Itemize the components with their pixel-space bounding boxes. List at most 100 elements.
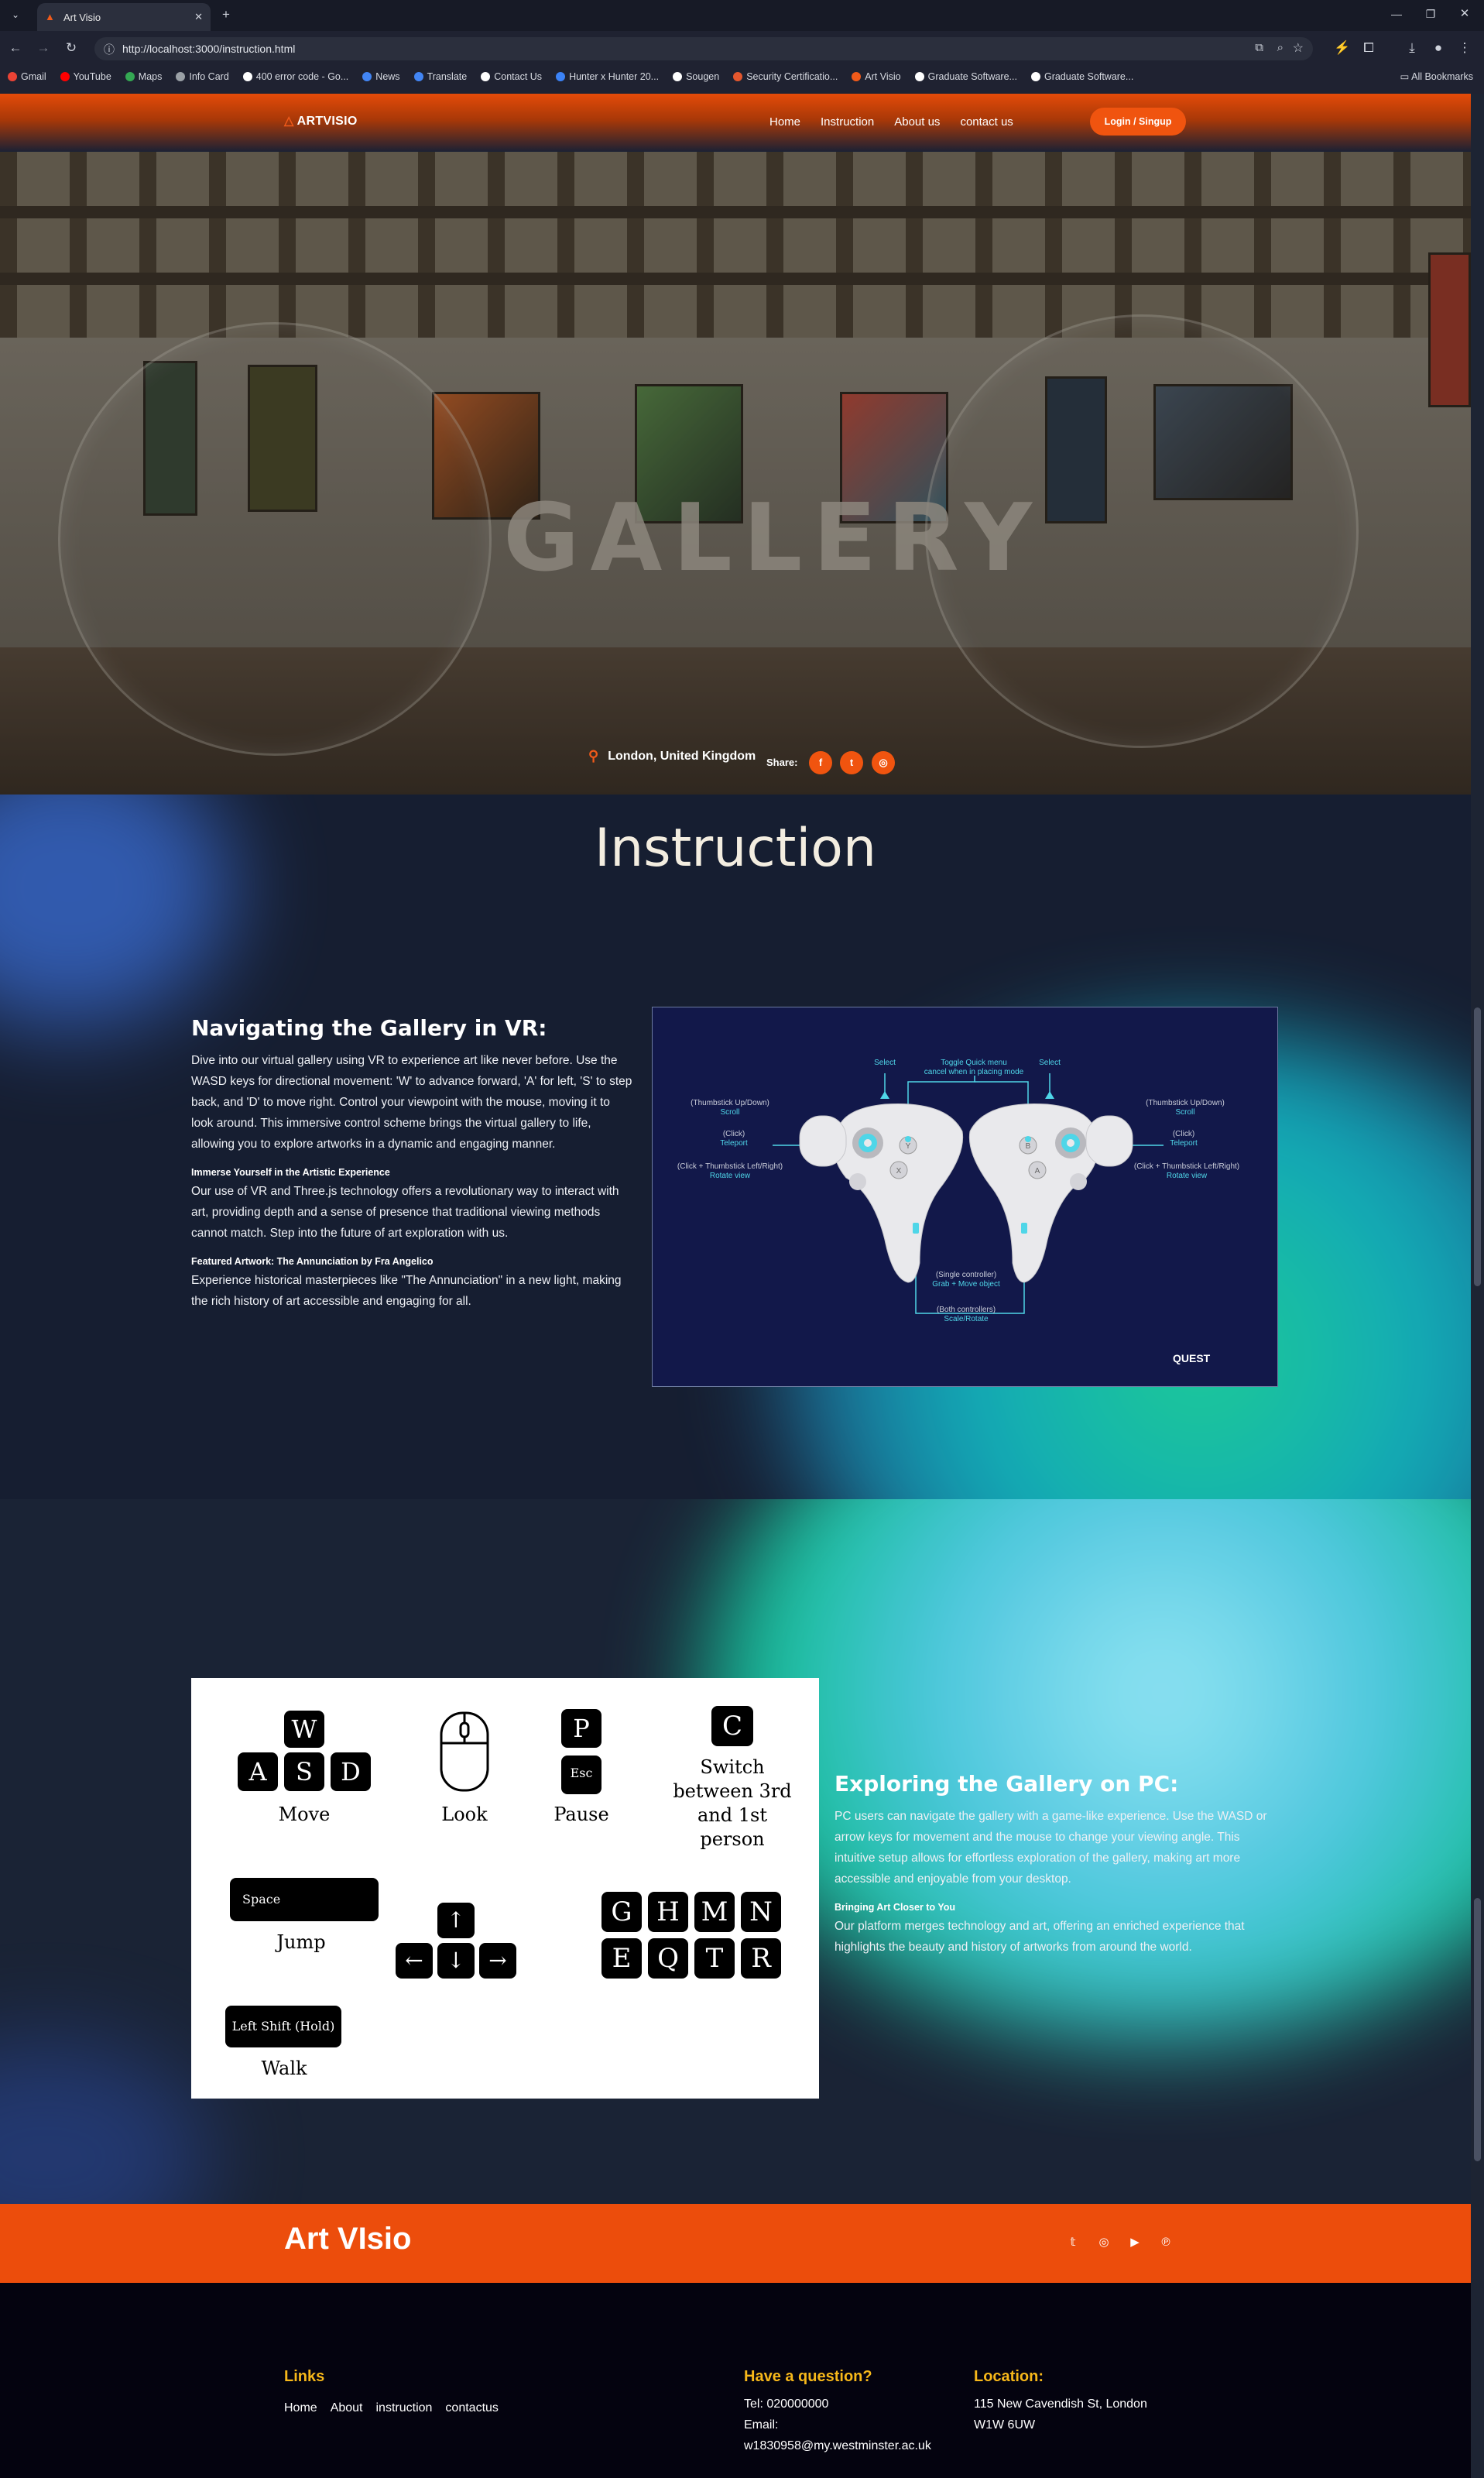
bookmark-item[interactable]: Maps (125, 71, 163, 82)
extension-icon[interactable]: ⚡ (1333, 40, 1352, 56)
key-t: T (694, 1938, 735, 1979)
contact-details: Tel: 020000000 Email: w1830958@my.westmi… (744, 2394, 931, 2456)
site-info-icon[interactable]: ⓘ (104, 42, 115, 57)
pinterest-icon[interactable]: ℗ (1158, 2235, 1174, 2250)
back-icon[interactable]: ← (6, 40, 25, 56)
all-bookmarks[interactable]: ▭ All Bookmarks (1400, 70, 1473, 82)
bookmark-favicon-icon (413, 72, 423, 81)
bookmark-favicon-icon (1030, 72, 1040, 81)
bookmark-label: Graduate Software... (1044, 71, 1134, 82)
bookmark-favicon-icon (852, 72, 862, 81)
reload-icon[interactable]: ↻ (62, 40, 81, 56)
new-tab-icon[interactable]: + (217, 7, 235, 22)
zoom-icon[interactable]: ⌕ (1277, 41, 1284, 54)
bookmark-item[interactable]: Contact Us (481, 71, 542, 82)
click-left-label: (Click) Teleport (711, 1130, 757, 1148)
download-icon[interactable]: ⤓ (1403, 40, 1421, 56)
bookmark-item[interactable]: Security Certificatio... (733, 71, 838, 82)
bookmark-label: News (375, 71, 400, 82)
youtube-icon[interactable]: ▶ (1127, 2235, 1143, 2250)
bookmark-item[interactable]: Translate (413, 71, 468, 82)
hero-overlay (0, 152, 1471, 795)
bookmark-favicon-icon (673, 72, 683, 81)
nav-link-contact[interactable]: contact us (960, 115, 1013, 129)
browser-menu-icon[interactable]: ⋮ (1455, 40, 1474, 56)
login-signup-button[interactable]: Login / Singup (1090, 108, 1186, 136)
bookmark-label: Sougen (686, 71, 720, 82)
gallery-watermark: GALLERY (503, 485, 1044, 592)
nav-link-instruction[interactable]: Instruction (821, 115, 874, 129)
footer-link-home[interactable]: Home (284, 2401, 317, 2415)
instagram-icon[interactable]: ◎ (1096, 2235, 1112, 2250)
pause-label: Pause (554, 1804, 609, 1825)
url-text: http://localhost:3000/instruction.html (122, 43, 296, 55)
footer-link-about[interactable]: About (331, 2401, 363, 2415)
bookmark-item[interactable]: YouTube (60, 71, 111, 82)
instagram-icon[interactable]: ◎ (872, 751, 895, 774)
forward-icon[interactable]: → (34, 40, 53, 56)
toggle-menu-sub: cancel when in placing mode (924, 1068, 1024, 1076)
location-heading: Location: (974, 2368, 1044, 2385)
vr-controller-diagram: X Y B A Select Select Toggle Quick menu c… (652, 1007, 1278, 1387)
bookmark-star-icon[interactable]: ☆ (1293, 40, 1304, 56)
thumbstick-right-label: (Thumbstick Up/Down) Scroll (1139, 1099, 1232, 1117)
bookmark-favicon-icon (176, 72, 186, 81)
bookmark-item[interactable]: News (362, 71, 400, 82)
vr-body: Dive into our virtual gallery using VR t… (191, 1054, 632, 1151)
bookmark-label: Gmail (21, 71, 46, 82)
site-logo[interactable]: △ ARTVISIO (284, 113, 358, 129)
page-title: Instruction (595, 818, 876, 879)
tab-search-icon[interactable]: ⌄ (6, 7, 25, 22)
bookmark-label: 400 error code - Go... (255, 71, 349, 82)
restore-icon[interactable]: ❐ (1421, 6, 1440, 22)
close-window-icon[interactable]: ✕ (1455, 6, 1474, 22)
bookmark-item[interactable]: Graduate Software... (914, 71, 1017, 82)
browser-tab[interactable]: ▲ Art Visio ✕ (37, 3, 211, 31)
key-n: N (741, 1892, 781, 1932)
rotate-right-label: (Click + Thumbstick Left/Right) Rotate vi… (1121, 1162, 1253, 1181)
address-bar[interactable]: ⓘ http://localhost:3000/instruction.html… (94, 37, 1313, 60)
nav-link-home[interactable]: Home (769, 115, 800, 129)
bookmark-item[interactable]: Sougen (673, 71, 719, 82)
profile-avatar-icon[interactable]: ● (1429, 40, 1448, 56)
bookmark-item[interactable]: Hunter x Hunter 20... (556, 71, 659, 82)
minimize-icon[interactable]: — (1387, 6, 1406, 22)
open-in-icon[interactable]: ⧉ (1255, 41, 1263, 54)
bookmark-label: Art Visio (865, 71, 901, 82)
bookmark-item[interactable]: Graduate Software... (1030, 71, 1134, 82)
both-controllers-action: Scale/Rotate (944, 1315, 989, 1323)
all-bookmarks-label: All Bookmarks (1411, 71, 1473, 82)
key-e: E (601, 1938, 642, 1979)
rotate-left-text: (Click + Thumbstick Left/Right) (677, 1162, 783, 1171)
thumbstick-left-text: (Thumbstick Up/Down) (691, 1099, 769, 1107)
scrollbar-thumb[interactable] (1474, 1898, 1481, 2161)
twitter-icon[interactable]: 𝕥 (1065, 2235, 1081, 2250)
bg-blob (0, 2041, 209, 2219)
footer-link-instruction[interactable]: instruction (376, 2401, 433, 2415)
thumbstick-right-text: (Thumbstick Up/Down) (1146, 1099, 1225, 1107)
email-address[interactable]: w1830958@my.westminster.ac.uk (744, 2435, 931, 2456)
page-scrollbar[interactable] (1471, 94, 1484, 2478)
bookmark-item[interactable]: 400 error code - Go... (242, 71, 349, 82)
question-heading: Have a question? (744, 2368, 872, 2385)
bookmark-item[interactable]: Gmail (8, 71, 46, 82)
close-tab-icon[interactable]: ✕ (194, 11, 203, 23)
key-h: H (648, 1892, 688, 1932)
logo-text: ARTVISIO (296, 115, 358, 128)
facebook-icon[interactable]: f (809, 751, 832, 774)
site-navbar: △ ARTVISIO Home Instruction About us cont… (0, 94, 1471, 152)
scrollbar-thumb[interactable] (1474, 1007, 1481, 1286)
twitter-icon[interactable]: t (840, 751, 863, 774)
footer-link-contact[interactable]: contactus (445, 2401, 498, 2415)
bookmark-label: Maps (138, 71, 163, 82)
key-space: Space (230, 1878, 379, 1921)
key-c: C (711, 1706, 753, 1746)
extensions-puzzle-icon[interactable]: ⧠ (1359, 40, 1378, 56)
closer-body: Our platform merges technology and art, … (835, 1920, 1245, 1954)
key-a: A (238, 1752, 278, 1791)
bookmark-label: Translate (427, 71, 468, 82)
nav-link-about[interactable]: About us (894, 115, 940, 129)
bookmark-item[interactable]: Info Card (176, 71, 229, 82)
bookmark-item[interactable]: Art Visio (852, 71, 901, 82)
click-left-action: Teleport (720, 1139, 748, 1148)
